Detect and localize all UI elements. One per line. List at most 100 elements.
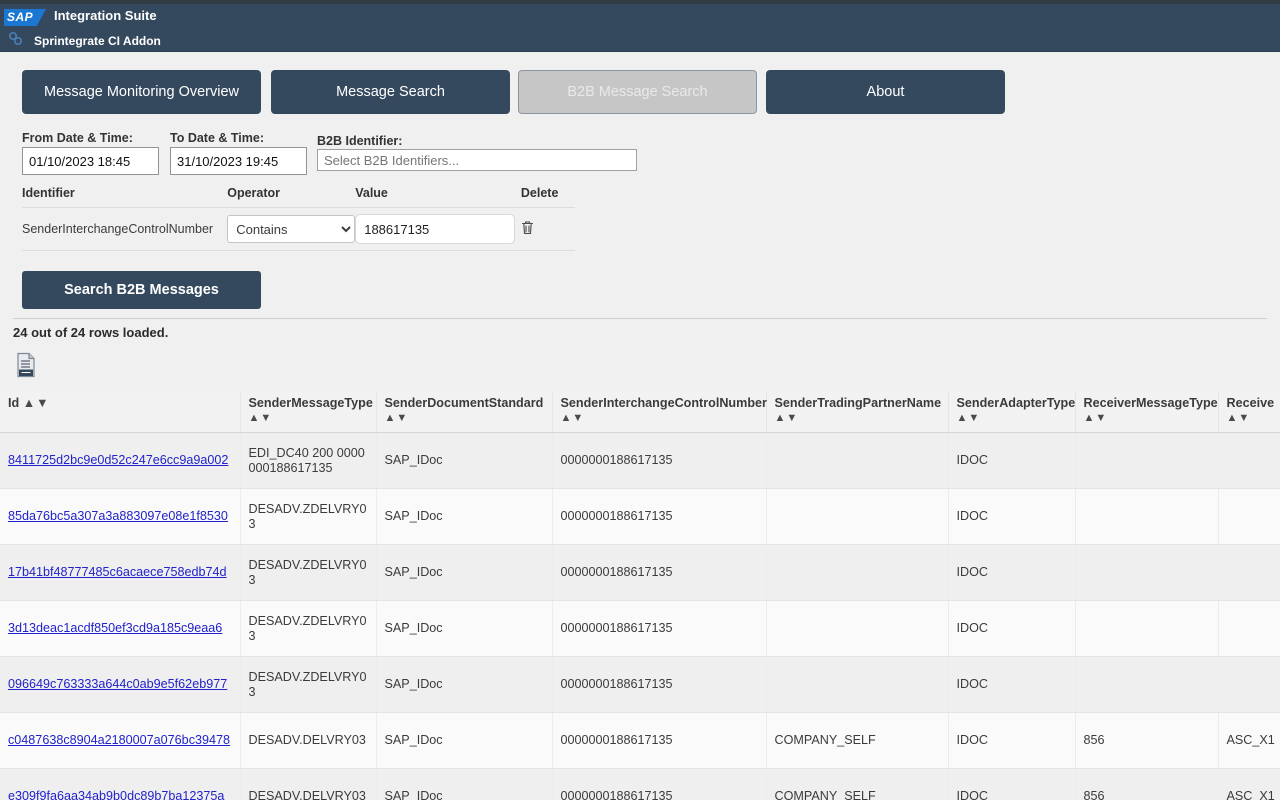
cell-receivermessagetype xyxy=(1075,656,1219,713)
cell-receivermessagetype xyxy=(1075,488,1219,545)
col-header-sendertradingpartnername-label: SenderTradingPartnerName xyxy=(774,396,942,410)
app-title: Integration Suite xyxy=(54,8,157,23)
table-row: e309f9fa6aa34ab9b0dc89b7ba12375a DESADV.D… xyxy=(0,768,1280,800)
nav-message-monitoring-overview[interactable]: Message Monitoring Overview xyxy=(22,70,261,114)
nav-b2b-message-search[interactable]: B2B Message Search xyxy=(518,70,757,114)
sort-arrows-senderadaptertype[interactable]: ▲▼ xyxy=(957,411,1069,426)
nav-about[interactable]: About xyxy=(766,70,1005,114)
from-date-input[interactable] xyxy=(22,147,159,175)
cell-receiver-truncated: ASC_X1 xyxy=(1218,712,1280,769)
b2b-results-table: Id ▲▼ SenderMessageType ▲▼ SenderDocumen… xyxy=(0,392,1280,800)
filter-col-delete: Delete xyxy=(520,186,575,208)
table-row: 17b41bf48777485c6acaece758edb74d DESADV.Z… xyxy=(0,544,1280,601)
cell-id: 8411725d2bc9e0d52c247e6cc9a9a002 xyxy=(0,432,241,489)
row-id-link[interactable]: 3d13deac1acdf850ef3cd9a185c9eaa6 xyxy=(8,621,222,635)
cell-receiver-truncated xyxy=(1218,488,1280,545)
cell-senderinterchangecontrolnumber: 0000000188617135 xyxy=(552,712,767,769)
row-id-link[interactable]: e309f9fa6aa34ab9b0dc89b7ba12375a xyxy=(8,789,224,800)
col-header-senderdocumentstandard-label: SenderDocumentStandard xyxy=(384,396,544,410)
table-row: 85da76bc5a307a3a883097e08e1f8530 DESADV.Z… xyxy=(0,488,1280,545)
filter-delete-cell xyxy=(520,207,575,251)
row-id-link[interactable]: 85da76bc5a307a3a883097e08e1f8530 xyxy=(8,509,228,523)
results-table-scroll[interactable]: Id ▲▼ SenderMessageType ▲▼ SenderDocumen… xyxy=(0,392,1280,800)
cell-senderadaptertype: IDOC xyxy=(948,544,1076,601)
cell-senderdocumentstandard: SAP_IDoc xyxy=(376,600,553,657)
trash-icon[interactable] xyxy=(521,220,534,239)
nav-message-search[interactable]: Message Search xyxy=(271,70,510,114)
cell-senderdocumentstandard: SAP_IDoc xyxy=(376,712,553,769)
col-header-receivermessagetype-label: ReceiverMessageType xyxy=(1083,396,1218,410)
cell-sendertradingpartnername: COMPANY_SELF xyxy=(766,768,949,800)
b2b-identifier-label: B2B Identifier: xyxy=(317,134,403,148)
chain-link-icon xyxy=(6,31,26,49)
col-header-receiver-truncated[interactable]: Receive ▲▼ xyxy=(1218,392,1280,433)
cell-senderdocumentstandard: SAP_IDoc xyxy=(376,544,553,601)
cell-receivermessagetype xyxy=(1075,544,1219,601)
cell-receiver-truncated xyxy=(1218,544,1280,601)
table-row: 8411725d2bc9e0d52c247e6cc9a9a002 EDI_DC40… xyxy=(0,432,1280,489)
cell-senderadaptertype: IDOC xyxy=(948,600,1076,657)
cell-senderdocumentstandard: SAP_IDoc xyxy=(376,432,553,489)
app-subtitle: Sprintegrate CI Addon xyxy=(34,34,161,48)
col-header-receivermessagetype[interactable]: ReceiverMessageType ▲▼ xyxy=(1075,392,1219,433)
rows-loaded-status: 24 out of 24 rows loaded. xyxy=(13,325,169,340)
sort-arrows-receivermessagetype[interactable]: ▲▼ xyxy=(1084,411,1212,426)
col-header-sendermessagetype[interactable]: SenderMessageType ▲▼ xyxy=(240,392,377,433)
main-nav: Message Monitoring Overview Message Sear… xyxy=(0,52,1280,114)
cell-receiver-truncated xyxy=(1218,656,1280,713)
cell-senderdocumentstandard: SAP_IDoc xyxy=(376,488,553,545)
cell-receivermessagetype xyxy=(1075,600,1219,657)
col-header-senderinterchangecontrolnumber[interactable]: SenderInterchangeControlNumber ▲▼ xyxy=(552,392,767,433)
sort-arrows-sendermessagetype[interactable]: ▲▼ xyxy=(249,411,370,426)
row-id-link[interactable]: 17b41bf48777485c6acaece758edb74d xyxy=(8,565,227,579)
results-header-row: Id ▲▼ SenderMessageType ▲▼ SenderDocumen… xyxy=(0,392,1280,433)
cell-receiver-truncated xyxy=(1218,432,1280,489)
filter-value-input[interactable] xyxy=(355,214,516,244)
cell-senderinterchangecontrolnumber: 0000000188617135 xyxy=(552,544,767,601)
sap-logo: SAP xyxy=(4,9,46,26)
cell-senderinterchangecontrolnumber: 0000000188617135 xyxy=(552,432,767,489)
col-header-sendertradingpartnername[interactable]: SenderTradingPartnerName ▲▼ xyxy=(766,392,949,433)
operator-select[interactable]: Contains xyxy=(227,215,356,243)
sort-arrows-senderinterchangecontrolnumber[interactable]: ▲▼ xyxy=(561,411,760,426)
cell-senderinterchangecontrolnumber: 0000000188617135 xyxy=(552,600,767,657)
cell-sendermessagetype: DESADV.ZDELVRY03 xyxy=(240,544,377,601)
cell-id: 85da76bc5a307a3a883097e08e1f8530 xyxy=(0,488,241,545)
col-header-senderadaptertype[interactable]: SenderAdapterType ▲▼ xyxy=(948,392,1076,433)
filter-col-value: Value xyxy=(355,186,521,208)
filter-header-row: Identifier Operator Value Delete xyxy=(22,186,575,208)
cell-sendermessagetype: DESADV.DELVRY03 xyxy=(240,712,377,769)
to-date-input[interactable] xyxy=(170,147,307,175)
export-document-icon[interactable] xyxy=(15,352,37,378)
filter-identifier-name: SenderInterchangeControlNumber xyxy=(22,207,228,251)
to-date-label: To Date & Time: xyxy=(170,131,264,145)
cell-id: 096649c763333a644c0ab9e5f62eb977 xyxy=(0,656,241,713)
cell-sendermessagetype: EDI_DC40 200 0000000188617135 xyxy=(240,432,377,489)
sort-arrows-sendertradingpartnername[interactable]: ▲▼ xyxy=(775,411,942,426)
app-header: SAP Integration Suite Sprintegrate CI Ad… xyxy=(0,0,1280,52)
cell-senderdocumentstandard: SAP_IDoc xyxy=(376,656,553,713)
cell-senderadaptertype: IDOC xyxy=(948,768,1076,800)
b2b-identifier-input[interactable] xyxy=(317,149,637,171)
cell-senderadaptertype: IDOC xyxy=(948,712,1076,769)
filter-operator-cell: Contains xyxy=(227,207,356,251)
results-divider xyxy=(13,318,1267,319)
col-header-sendermessagetype-label: SenderMessageType xyxy=(248,396,373,410)
sort-arrows-senderdocumentstandard[interactable]: ▲▼ xyxy=(385,411,546,426)
row-id-link[interactable]: 8411725d2bc9e0d52c247e6cc9a9a002 xyxy=(8,453,228,467)
col-header-senderdocumentstandard[interactable]: SenderDocumentStandard ▲▼ xyxy=(376,392,553,433)
row-id-link[interactable]: c0487638c8904a2180007a076bc39478 xyxy=(8,733,230,747)
cell-id: e309f9fa6aa34ab9b0dc89b7ba12375a xyxy=(0,768,241,800)
cell-senderinterchangecontrolnumber: 0000000188617135 xyxy=(552,768,767,800)
row-id-link[interactable]: 096649c763333a644c0ab9e5f62eb977 xyxy=(8,677,227,691)
filter-row: SenderInterchangeControlNumber Contains xyxy=(22,207,575,251)
cell-sendermessagetype: DESADV.DELVRY03 xyxy=(240,768,377,800)
sort-arrows-receiver-truncated[interactable]: ▲▼ xyxy=(1227,411,1280,426)
cell-senderinterchangecontrolnumber: 0000000188617135 xyxy=(552,656,767,713)
search-b2b-messages-button[interactable]: Search B2B Messages xyxy=(22,271,261,309)
sort-arrows-id[interactable]: ▲▼ xyxy=(23,396,50,410)
cell-sendermessagetype: DESADV.ZDELVRY03 xyxy=(240,656,377,713)
col-header-id[interactable]: Id ▲▼ xyxy=(0,392,241,433)
cell-sendertradingpartnername: COMPANY_SELF xyxy=(766,712,949,769)
cell-receivermessagetype: 856 xyxy=(1075,768,1219,800)
